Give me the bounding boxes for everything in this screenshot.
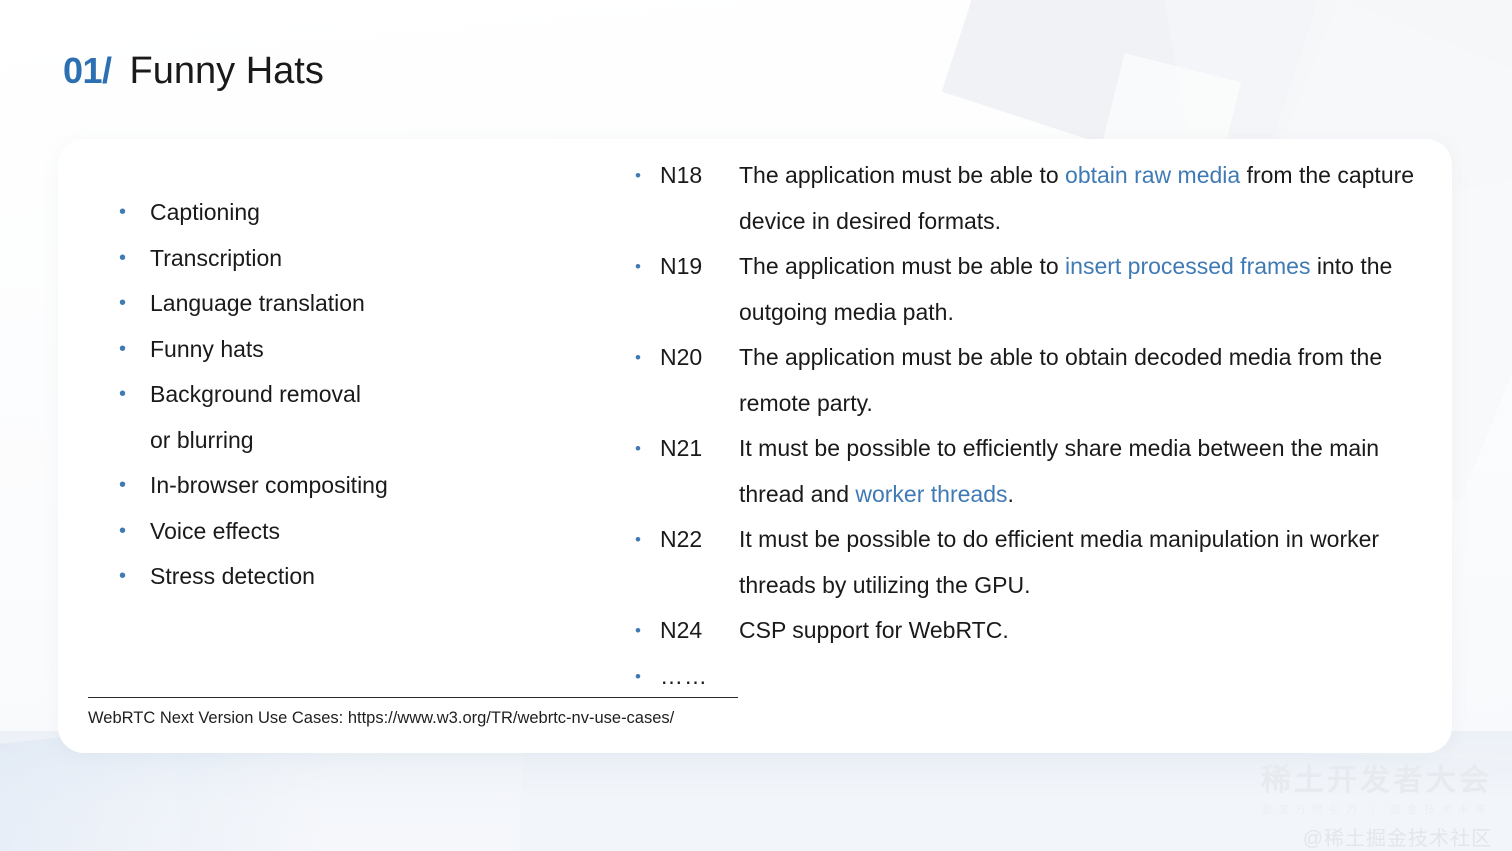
requirement-item: • N22 It must be possible to do efficient … [630, 517, 1440, 608]
footnote-text: WebRTC Next Version Use Cases: https://w… [88, 709, 675, 727]
requirement-code: N20 [660, 344, 703, 370]
requirement-item: • N24 CSP support for WebRTC. [630, 608, 1440, 654]
page-title: 01/ Funny Hats [63, 50, 324, 93]
bullet-icon: • [635, 166, 641, 185]
bullet-icon: • [635, 530, 641, 549]
requirement-code: N18 [660, 162, 703, 188]
requirement-text: It must be possible to efficiently share… [739, 435, 1380, 507]
requirement-highlight: insert processed frames [1065, 253, 1311, 279]
bullet-icon: • [119, 292, 127, 314]
feature-item: • In-browser compositing [110, 470, 630, 516]
bullet-icon: • [119, 474, 127, 496]
feature-item-label: Stress detection [150, 563, 315, 589]
section-number: 01/ [63, 50, 112, 91]
slide: 01/ Funny Hats • Captioning • Transcription… [0, 0, 1512, 851]
requirement-text: The application must be able to insert p… [739, 253, 1393, 325]
feature-list: • Captioning • Transcription • Language trans… [110, 197, 630, 607]
feature-item: • Language translation [110, 288, 630, 334]
feature-item: • Background removal [110, 379, 630, 425]
feature-item: • Voice effects [110, 516, 630, 562]
content-columns: • Captioning • Transcription • Language trans… [58, 139, 1452, 753]
requirement-text: The application must be able to obtain d… [739, 344, 1383, 416]
feature-item: • Stress detection [110, 561, 630, 607]
feature-item-label: Funny hats [150, 335, 264, 362]
feature-item-label: Captioning [150, 199, 260, 225]
requirement-item: • N18 The application must be able to obta… [630, 153, 1440, 244]
bullet-icon: • [635, 257, 641, 276]
feature-item-label: In-browser compositing [150, 472, 388, 498]
feature-item: • Transcription [110, 243, 630, 289]
bullet-icon: • [119, 246, 127, 269]
requirement-item: • N20 The application must be able to obta… [630, 335, 1440, 426]
bullet-icon: • [119, 201, 127, 223]
footnote-divider [88, 697, 738, 698]
bullet-icon: • [119, 519, 127, 542]
requirement-code: N21 [660, 435, 703, 461]
feature-item: • Funny hats [110, 334, 630, 380]
requirement-item: • …… [630, 654, 1440, 700]
feature-item: • Captioning [110, 197, 630, 243]
requirement-code: N19 [660, 253, 703, 279]
feature-item-label: Voice effects [150, 517, 280, 544]
requirement-text: It must be possible to do efficient medi… [739, 526, 1380, 598]
bullet-icon: • [119, 383, 127, 405]
requirement-code: N22 [660, 526, 703, 552]
feature-item-label: Language translation [150, 290, 365, 316]
feature-item-label: Background removal [150, 381, 361, 407]
requirement-code: N24 [660, 617, 703, 643]
feature-item-label: Transcription [150, 244, 283, 271]
requirement-highlight: worker threads [855, 480, 1008, 507]
bullet-icon: • [635, 348, 641, 367]
section-title: Funny Hats [129, 50, 324, 92]
requirement-list: • N18 The application must be able to obta… [630, 153, 1440, 699]
requirement-code: …… [660, 662, 708, 689]
requirement-text: CSP support for WebRTC. [739, 617, 1009, 643]
bullet-icon: • [119, 565, 127, 587]
requirement-item: • N19 The application must be able to inse… [630, 244, 1440, 335]
feature-item-label: or blurring [150, 426, 254, 453]
requirement-text: The application must be able to obtain r… [739, 162, 1415, 234]
bullet-icon: • [635, 666, 641, 686]
requirement-highlight: obtain raw media [1065, 162, 1241, 188]
feature-item: •or blurring [110, 425, 630, 471]
bullet-icon: • [110, 425, 150, 455]
bullet-icon: • [635, 439, 641, 458]
footnote: WebRTC Next Version Use Cases: https://w… [88, 697, 788, 728]
bullet-icon: • [119, 337, 127, 360]
requirement-item: • N21 It must be possible to efficiently s… [630, 426, 1440, 517]
bullet-icon: • [635, 621, 641, 640]
